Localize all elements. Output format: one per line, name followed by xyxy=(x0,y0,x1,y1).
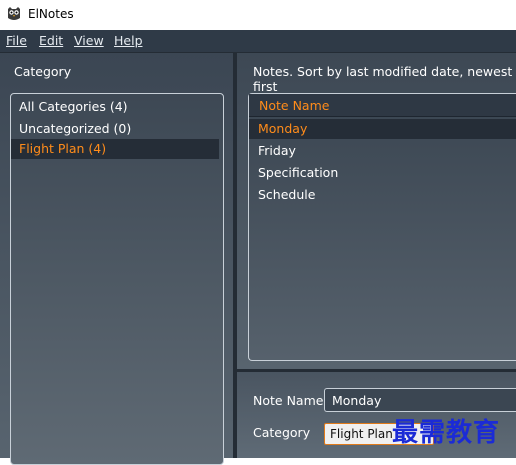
category-item-all[interactable]: All Categories (4) xyxy=(19,99,128,114)
title-bar: ElNotes xyxy=(0,0,516,30)
window-title: ElNotes xyxy=(28,7,74,21)
note-item-friday[interactable]: Friday xyxy=(258,143,296,158)
note-name-label: Note Name xyxy=(253,393,324,408)
category-field-label: Category xyxy=(253,425,311,440)
menu-file[interactable]: File xyxy=(6,33,27,48)
category-panel-label: Category xyxy=(14,64,72,79)
notes-column-header[interactable]: Note Name xyxy=(249,94,516,117)
note-item-schedule[interactable]: Schedule xyxy=(258,187,315,202)
owl-icon xyxy=(8,7,20,20)
note-item-specification[interactable]: Specification xyxy=(258,165,338,180)
note-item-monday[interactable]: Monday xyxy=(249,119,516,139)
watermark-text: 最需教育 xyxy=(392,418,501,448)
category-item-uncategorized[interactable]: Uncategorized (0) xyxy=(19,121,131,136)
menu-edit[interactable]: Edit xyxy=(39,33,63,48)
menu-view[interactable]: View xyxy=(74,33,104,48)
menu-bar: File Edit View Help xyxy=(0,30,516,53)
menu-help[interactable]: Help xyxy=(114,33,143,48)
notes-list: Note Name Monday Friday Specification Sc… xyxy=(248,93,516,361)
notes-panel-label: Notes. Sort by last modified date, newes… xyxy=(253,64,513,94)
note-name-input[interactable]: Monday xyxy=(324,388,516,412)
category-item-flight-plan[interactable]: Flight Plan (4) xyxy=(11,139,219,159)
category-list: All Categories (4) Uncategorized (0) Fli… xyxy=(10,93,224,465)
